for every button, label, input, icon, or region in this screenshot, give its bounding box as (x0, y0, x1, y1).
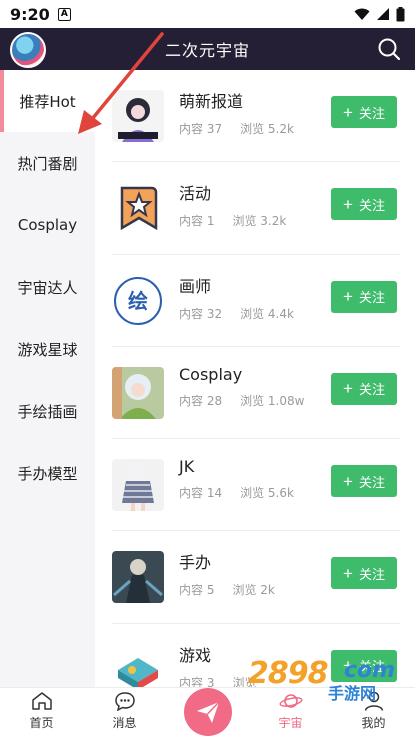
svg-text:绘: 绘 (128, 289, 148, 313)
tab-messages[interactable]: 消息 (83, 688, 166, 737)
topic-name: 画师 (179, 276, 212, 296)
content-count: 内容 5 (179, 583, 215, 598)
list-item[interactable]: 手办 内容 5 浏览 2k + 关注 (95, 531, 415, 624)
content-count: 内容 37 (179, 122, 223, 136)
sidebar-item-label: 游戏星球 (17, 340, 78, 359)
follow-label: 关注 (358, 659, 385, 675)
tab-label: 首页 (29, 716, 54, 730)
follow-button[interactable]: + 关注 (331, 188, 397, 221)
sidebar-item-label: 手绘插画 (17, 402, 78, 421)
sidebar-item-games[interactable]: 游戏星球 (0, 318, 95, 380)
view-count: 浏览 4.4k (240, 306, 294, 321)
sidebar-item-label: 宇宙达人 (17, 278, 78, 297)
wifi-icon (354, 8, 370, 20)
topic-thumbnail (112, 90, 164, 142)
view-count: 浏览 5.2k (240, 122, 294, 136)
follow-label: 关注 (358, 290, 385, 306)
follow-label: 关注 (358, 105, 385, 121)
content-count: 内容 28 (179, 393, 223, 408)
list-item[interactable]: Cosplay 内容 28 浏览 1.08w + 关注 (95, 347, 415, 440)
category-sidebar: 推荐Hot 热门番剧 Cosplay 宇宙达人 游戏星球 手绘插画 手办模型 (0, 70, 95, 687)
home-icon (31, 692, 52, 710)
follow-button[interactable]: + 关注 (331, 280, 397, 313)
topic-name: 活动 (179, 184, 212, 204)
topic-name: Cosplay (179, 364, 243, 384)
view-count: 浏览 (232, 675, 257, 687)
sidebar-item-label: 热门番剧 (17, 154, 78, 173)
tab-profile[interactable]: 我的 (332, 688, 415, 737)
list-item[interactable]: 绘 画师 内容 32 浏览 4.4k + 关注 (95, 255, 415, 347)
view-count: 浏览 1.08w (240, 393, 305, 408)
tab-label: 我的 (361, 716, 386, 730)
sidebar-item-experts[interactable]: 宇宙达人 (0, 256, 95, 318)
profile-icon (364, 691, 383, 711)
follow-button[interactable]: + 关注 (331, 649, 397, 682)
content-count: 内容 1 (179, 214, 215, 229)
topic-thumbnail (112, 182, 164, 235)
topic-name: JK (179, 457, 195, 477)
tab-home[interactable]: 首页 (0, 688, 83, 737)
list-item[interactable]: 活动 内容 1 浏览 3.2k + 关注 (95, 162, 415, 255)
follow-label: 关注 (358, 474, 385, 490)
user-avatar[interactable] (10, 32, 46, 68)
sidebar-item-label: 手办模型 (17, 464, 78, 483)
topic-thumbnail: 绘 (112, 274, 164, 327)
search-button[interactable] (377, 37, 401, 65)
follow-label: 关注 (358, 197, 385, 213)
topic-thumbnail (112, 459, 164, 512)
view-count: 浏览 2k (232, 583, 275, 598)
status-bar: 9:20 A (0, 0, 415, 28)
plus-icon: + (343, 563, 353, 583)
list-item[interactable]: 游戏 内容 3 浏览 + 关注 (95, 624, 415, 687)
sidebar-item-cosplay[interactable]: Cosplay (0, 194, 95, 256)
follow-label: 关注 (358, 382, 385, 398)
list-item[interactable]: JK 内容 14 浏览 5.6k + 关注 (95, 439, 415, 532)
sidebar-item-anime[interactable]: 热门番剧 (0, 132, 95, 194)
sidebar-item-hot[interactable]: 推荐Hot (0, 70, 95, 132)
send-icon (197, 701, 220, 723)
content-count: 内容 14 (179, 486, 223, 501)
app-header: 二次元宇宙 (0, 28, 415, 70)
plus-icon: + (343, 194, 353, 214)
topic-name: 萌新报道 (179, 92, 244, 111)
sidebar-item-label: 推荐Hot (19, 92, 76, 111)
content-count: 内容 32 (179, 306, 223, 321)
signal-icon (377, 8, 389, 20)
search-icon (378, 38, 401, 61)
notification-a-icon: A (57, 7, 71, 21)
plus-icon: + (343, 287, 353, 307)
status-time: 9:20 (10, 4, 50, 24)
topic-thumbnail (112, 551, 164, 604)
follow-label: 关注 (358, 566, 385, 582)
sidebar-item-illustration[interactable]: 手绘插画 (0, 380, 95, 442)
follow-button[interactable]: + 关注 (331, 465, 397, 498)
plus-icon: + (343, 471, 353, 491)
topic-name: 游戏 (179, 645, 212, 665)
list-item[interactable]: 萌新报道 内容 37 浏览 5.2k + 关注 (95, 70, 415, 163)
plus-icon: + (343, 102, 353, 122)
page-title: 二次元宇宙 (164, 41, 250, 60)
topic-thumbnail (112, 366, 164, 419)
follow-button[interactable]: + 关注 (331, 96, 397, 128)
sidebar-item-figures[interactable]: 手办模型 (0, 442, 95, 504)
topic-thumbnail (112, 643, 164, 687)
plus-icon: + (343, 656, 353, 676)
tab-label: 宇宙 (278, 716, 303, 730)
publish-button[interactable] (184, 688, 232, 736)
battery-icon (396, 6, 405, 21)
view-count: 浏览 3.2k (232, 214, 287, 229)
sidebar-item-label: Cosplay (17, 216, 78, 234)
plus-icon: + (343, 379, 353, 399)
view-count: 浏览 5.6k (240, 486, 294, 501)
topic-name: 手办 (179, 553, 212, 573)
planet-icon (279, 694, 302, 708)
status-icons (354, 6, 405, 22)
tab-label: 消息 (112, 716, 137, 730)
topic-list: 萌新报道 内容 37 浏览 5.2k + 关注 活动 内容 1 浏览 3.2k + 关注… (95, 70, 415, 687)
follow-button[interactable]: + 关注 (331, 372, 397, 405)
follow-button[interactable]: + 关注 (331, 557, 397, 590)
message-icon (114, 692, 135, 711)
content-count: 内容 3 (179, 675, 215, 687)
tab-universe[interactable]: 宇宙 (249, 688, 332, 737)
